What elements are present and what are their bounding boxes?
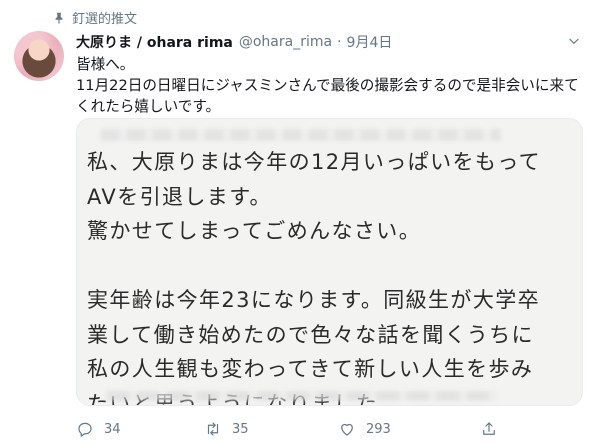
user-handle[interactable]: @ohara_rima <box>239 34 332 50</box>
avatar[interactable] <box>14 31 64 81</box>
tweet-actions: 34 35 293 <box>76 420 581 442</box>
tweet-header: 大原りま / ohara rima @ohara_rima · 9月4日 <box>76 32 581 52</box>
retweet-count: 35 <box>232 421 249 437</box>
pinned-indicator: 釘選的推文 <box>52 8 137 27</box>
blurred-text-bottom <box>107 391 497 401</box>
reply-count: 34 <box>104 421 121 437</box>
share-icon <box>483 422 495 435</box>
pin-icon <box>55 12 63 24</box>
retweet-button[interactable]: 35 <box>204 420 249 438</box>
retweet-icon <box>207 422 219 436</box>
tweet-date[interactable]: 9月4日 <box>347 32 393 52</box>
like-button[interactable]: 293 <box>338 420 391 438</box>
reply-button[interactable]: 34 <box>76 420 121 438</box>
tweet-text: 皆様へ。 11月22日の日曜日にジャスミンさんで最後の撮影会するので是非会いに来… <box>76 56 579 115</box>
caret-down-icon[interactable] <box>567 34 581 48</box>
share-button[interactable] <box>480 420 508 438</box>
pinned-label: 釘選的推文 <box>72 12 138 27</box>
blurred-text-top <box>101 129 501 141</box>
heart-icon <box>341 423 353 436</box>
separator-dot: · <box>337 34 342 50</box>
like-count: 293 <box>366 421 391 437</box>
display-name[interactable]: 大原りま / ohara rima <box>76 32 233 52</box>
image-text: 私、大原りまは今年の12月いっぱいをもって AVを引退します。 驚かせてしまって… <box>87 150 542 405</box>
tweet-image[interactable]: 私、大原りまは今年の12月いっぱいをもって AVを引退します。 驚かせてしまって… <box>76 118 583 406</box>
reply-icon <box>78 422 92 437</box>
